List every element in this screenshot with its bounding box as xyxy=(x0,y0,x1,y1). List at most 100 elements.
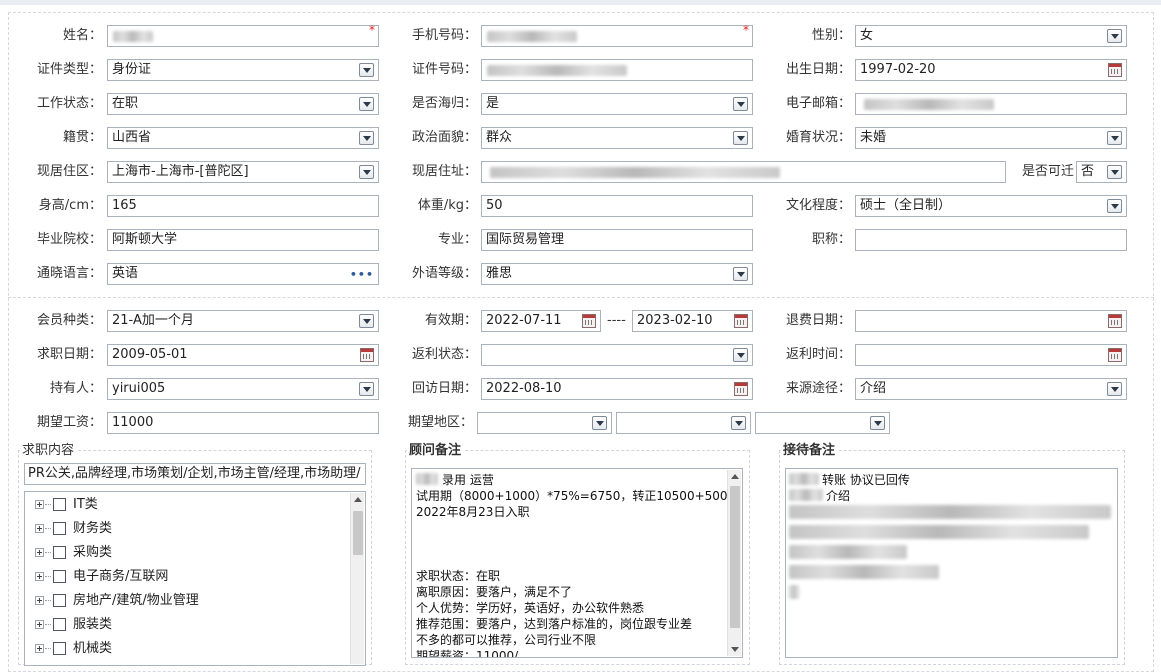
calendar-icon[interactable] xyxy=(1108,63,1122,77)
notes-scrollbar[interactable] xyxy=(727,470,741,656)
residence-area-select[interactable]: 上海市-上海市-[普陀区] xyxy=(107,161,379,183)
note-line: 期望薪资：11000/ xyxy=(416,649,519,658)
note-line: 求职状态：在职 xyxy=(416,569,501,583)
source-select[interactable]: 介绍 xyxy=(855,378,1127,400)
school-input[interactable]: 阿斯顿大学 xyxy=(107,229,379,251)
lang-level-select[interactable]: 雅思 xyxy=(481,263,753,285)
dropdown-arrow-icon[interactable] xyxy=(359,314,374,328)
revisit-date-input[interactable]: 2022-08-10 xyxy=(481,378,753,400)
expand-icon[interactable] xyxy=(35,644,44,653)
checkbox[interactable] xyxy=(53,594,66,607)
address-input[interactable] xyxy=(481,161,1006,183)
dropdown-arrow-icon[interactable] xyxy=(359,63,374,77)
checkbox[interactable] xyxy=(53,570,66,583)
region-city-select[interactable] xyxy=(616,412,751,434)
region-province-select[interactable] xyxy=(477,412,612,434)
title-input[interactable] xyxy=(855,229,1127,251)
weight-input[interactable]: 50 xyxy=(481,195,753,217)
rebate-time-input[interactable] xyxy=(855,344,1127,366)
scroll-thumb[interactable] xyxy=(730,486,740,628)
calendar-icon[interactable] xyxy=(1108,348,1122,362)
region-district-select[interactable] xyxy=(755,412,890,434)
name-input[interactable]: * xyxy=(107,23,379,47)
dropdown-arrow-icon[interactable] xyxy=(1107,165,1122,179)
note-line: 介绍 xyxy=(826,489,851,503)
id-type-select[interactable]: 身份证 xyxy=(107,59,379,81)
email-input[interactable] xyxy=(855,93,1127,115)
validity-start-input[interactable]: 2022-07-11 xyxy=(481,310,601,332)
dropdown-arrow-icon[interactable] xyxy=(1107,382,1122,396)
holder-select[interactable]: yirui005 xyxy=(107,378,379,400)
validity-end-input[interactable]: 2023-02-10 xyxy=(632,310,753,332)
dropdown-arrow-icon[interactable] xyxy=(359,382,374,396)
expand-icon[interactable] xyxy=(35,572,44,581)
redacted-text xyxy=(487,65,627,76)
job-category-tree[interactable]: IT类 财务类 采购类 电子商务/互联网 房地产/建筑/物业管理 服装类 机械类 xyxy=(24,491,366,666)
height-label: 身高/cm： xyxy=(38,198,102,213)
dropdown-arrow-icon[interactable] xyxy=(359,165,374,179)
calendar-icon[interactable] xyxy=(360,348,374,362)
scroll-up-icon[interactable] xyxy=(354,497,362,502)
dropdown-arrow-icon[interactable] xyxy=(1107,29,1122,43)
more-options-icon[interactable]: ••• xyxy=(350,269,374,281)
dropdown-arrow-icon[interactable] xyxy=(359,131,374,145)
job-date-input[interactable]: 2009-05-01 xyxy=(107,344,379,366)
salary-input[interactable]: 11000 xyxy=(107,412,379,434)
dropdown-arrow-icon[interactable] xyxy=(359,97,374,111)
work-status-select[interactable]: 在职 xyxy=(107,93,379,115)
returnee-select[interactable]: 是 xyxy=(481,93,753,115)
phone-input[interactable]: * xyxy=(481,23,753,47)
scroll-thumb[interactable] xyxy=(353,511,363,555)
expand-icon[interactable] xyxy=(35,500,44,509)
calendar-icon[interactable] xyxy=(734,382,748,396)
advisor-notes-textarea[interactable]: 录用 运营 试用期（8000+1000）*75%=6750，转正10500+50… xyxy=(411,468,743,658)
calendar-icon[interactable] xyxy=(582,314,596,328)
reception-notes-textarea[interactable]: 转账 协议已回传 介绍 xyxy=(785,468,1118,658)
expand-icon[interactable] xyxy=(35,596,44,605)
dropdown-arrow-icon[interactable] xyxy=(731,416,746,430)
major-input[interactable]: 国际贸易管理 xyxy=(481,229,753,251)
dropdown-arrow-icon[interactable] xyxy=(733,97,748,111)
expand-icon[interactable] xyxy=(35,524,44,533)
checkbox[interactable] xyxy=(53,522,66,535)
dropdown-arrow-icon[interactable] xyxy=(1107,199,1122,213)
calendar-icon[interactable] xyxy=(734,314,748,328)
id-number-input[interactable] xyxy=(481,59,753,81)
scroll-down-icon[interactable] xyxy=(731,647,739,652)
native-select[interactable]: 山西省 xyxy=(107,127,379,149)
note-line: 不多的都可以推荐，公司行业不限 xyxy=(416,633,597,647)
refund-date-input[interactable] xyxy=(855,310,1127,332)
expand-icon[interactable] xyxy=(35,620,44,629)
email-label: 电子邮箱： xyxy=(785,96,851,111)
politics-select[interactable]: 群众 xyxy=(481,127,753,149)
dropdown-arrow-icon[interactable] xyxy=(870,416,885,430)
height-input[interactable]: 165 xyxy=(107,195,379,217)
language-picker[interactable]: 英语 ••• xyxy=(107,263,379,285)
job-content-summary[interactable]: PR公关,品牌经理,市场策划/企划,市场主管/经理,市场助理/ xyxy=(24,463,366,485)
tree-connector xyxy=(45,528,51,529)
relocate-select[interactable]: 否 xyxy=(1076,161,1127,183)
checkbox[interactable] xyxy=(53,546,66,559)
tree-scrollbar[interactable] xyxy=(350,493,364,664)
validity-start-value: 2022-07-11 xyxy=(486,313,562,328)
dropdown-arrow-icon[interactable] xyxy=(592,416,607,430)
checkbox[interactable] xyxy=(53,618,66,631)
relocate-value: 否 xyxy=(1081,164,1095,179)
scroll-up-icon[interactable] xyxy=(731,474,739,479)
education-select[interactable]: 硕士（全日制） xyxy=(855,195,1127,217)
expand-icon[interactable] xyxy=(35,548,44,557)
checkbox[interactable] xyxy=(53,498,66,511)
gender-select[interactable]: 女 xyxy=(855,25,1127,47)
birth-date-input[interactable]: 1997-02-20 xyxy=(855,59,1127,81)
rebate-status-select[interactable] xyxy=(481,344,753,366)
member-type-select[interactable]: 21-A加一个月 xyxy=(107,310,379,332)
dropdown-arrow-icon[interactable] xyxy=(1107,131,1122,145)
redacted-text xyxy=(864,99,994,110)
politics-value: 群众 xyxy=(486,130,513,145)
marital-select[interactable]: 未婚 xyxy=(855,127,1127,149)
dropdown-arrow-icon[interactable] xyxy=(733,131,748,145)
checkbox[interactable] xyxy=(53,642,66,655)
calendar-icon[interactable] xyxy=(1108,314,1122,328)
dropdown-arrow-icon[interactable] xyxy=(733,267,748,281)
dropdown-arrow-icon[interactable] xyxy=(733,348,748,362)
